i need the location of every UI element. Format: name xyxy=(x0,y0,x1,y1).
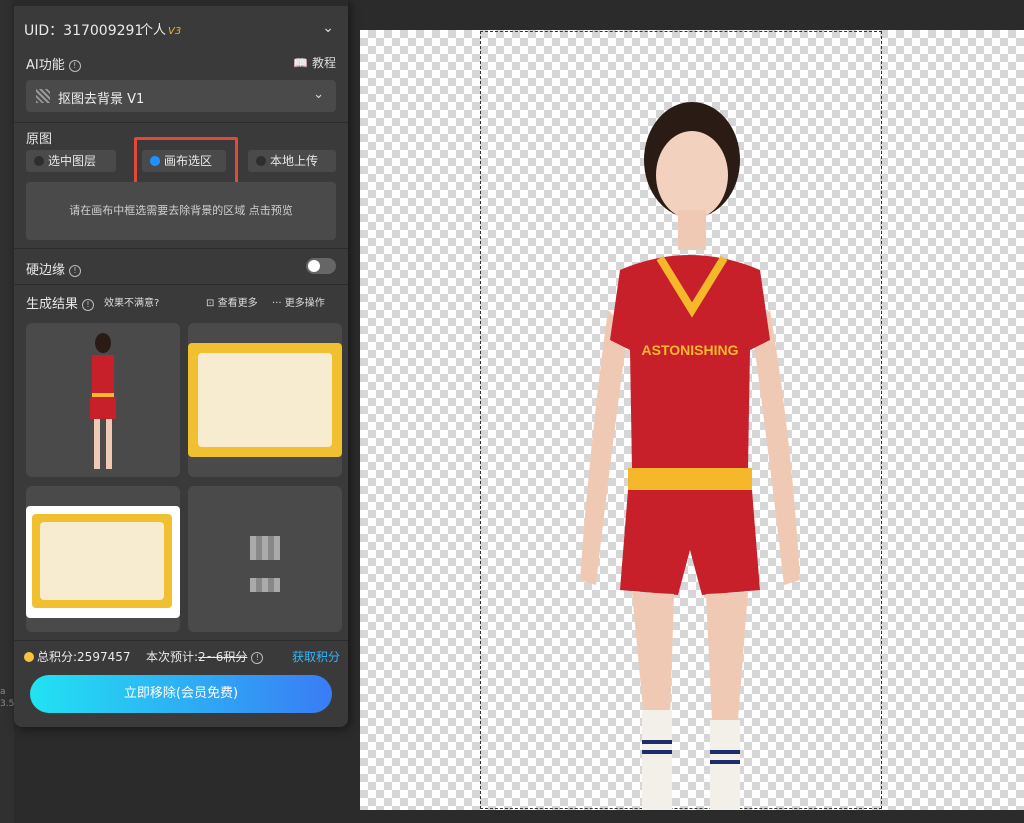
estimate-points: 本次预计:2~6积分! xyxy=(146,648,264,665)
radio-icon xyxy=(34,156,44,166)
tier-badge: V3 xyxy=(168,26,182,37)
source-label: 原图 xyxy=(26,132,53,147)
account-row: UID：317009291 个人 V3 ⌄ xyxy=(14,6,348,42)
ai-feature-value: 抠图去背景 V1 xyxy=(58,92,145,107)
total-points: 总积分:2597457 xyxy=(24,648,131,665)
divider xyxy=(14,284,348,285)
results-text: 生成结果 xyxy=(26,297,79,312)
ai-feature-select[interactable]: 抠图去背景 V1 ⌄ xyxy=(26,80,336,112)
remove-now-button[interactable]: 立即移除(会员免费) xyxy=(30,675,332,713)
result-thumbnail-2[interactable] xyxy=(188,323,342,477)
points-row: 总积分:2597457 本次预计:2~6积分! 获取积分 xyxy=(14,648,348,668)
feature-icon xyxy=(36,89,50,103)
coin-icon xyxy=(24,652,34,662)
ai-feature-label-text: AI功能 xyxy=(26,58,65,73)
result-thumbnail-loading[interactable] xyxy=(188,486,342,632)
toggle-knob xyxy=(308,260,320,272)
option-label: 选中图层 xyxy=(48,154,97,168)
certificate-inner xyxy=(198,353,332,447)
uid-label: UID：317009291 xyxy=(24,23,144,39)
option-label: 本地上传 xyxy=(270,154,319,168)
result-thumbnail-3[interactable] xyxy=(26,486,180,632)
result-thumbnail-1[interactable] xyxy=(26,323,180,477)
selection-hint[interactable]: 请在画布中框选需要去除背景的区域 点击预览 xyxy=(26,182,336,240)
tutorial-label: 教程 xyxy=(311,56,336,70)
placeholder-mosaic xyxy=(250,578,280,592)
left-tool-strip: a 3.5 xyxy=(0,0,14,823)
placeholder-mosaic xyxy=(250,536,280,560)
option-local-upload[interactable]: 本地上传 xyxy=(248,150,336,172)
svg-text:ASTONISHING: ASTONISHING xyxy=(642,342,739,358)
option-selected-layer[interactable]: 选中图层 xyxy=(26,150,116,172)
tutorial-link[interactable]: 📖 教程 xyxy=(293,54,336,71)
view-more-text: 查看更多 xyxy=(217,298,258,309)
info-icon[interactable]: ! xyxy=(251,651,264,664)
gallery-icon: ⊡ xyxy=(206,298,215,309)
ai-plugin-panel: UID：317009291 个人 V3 ⌄ AI功能! 📖 教程 抠图去背景 V1… xyxy=(14,0,348,727)
radio-icon xyxy=(256,156,266,166)
chevron-down-icon[interactable]: ⌄ xyxy=(322,20,334,36)
version-text: a 3.5 xyxy=(0,687,15,709)
estimate-value: 2~6积分 xyxy=(198,650,248,664)
divider xyxy=(14,122,348,123)
estimate-prefix: 本次预计: xyxy=(146,650,199,664)
total-points-text: 总积分:2597457 xyxy=(37,650,131,664)
get-points-link[interactable]: 获取积分 xyxy=(292,648,340,665)
divider xyxy=(14,248,348,249)
hard-edge-toggle[interactable] xyxy=(306,258,336,274)
certificate-inner xyxy=(40,522,164,600)
results-label: 生成结果! xyxy=(26,293,95,312)
divider xyxy=(14,640,348,641)
info-icon[interactable]: ! xyxy=(69,264,82,277)
account-tier[interactable]: 个人 V3 xyxy=(140,19,181,38)
info-icon: ! xyxy=(82,298,95,311)
figure-thumbnail-image xyxy=(90,333,116,469)
cutout-figure-image: ASTONISHING xyxy=(580,102,800,810)
ai-feature-label: AI功能! xyxy=(26,54,81,73)
chevron-down-icon: ⌄ xyxy=(313,87,324,102)
view-more-link[interactable]: ⊡ 查看更多 xyxy=(206,294,258,309)
hard-edge-label: 硬边缘! xyxy=(26,259,82,278)
unsatisfied-link[interactable]: 效果不满意? xyxy=(104,294,159,309)
canvas[interactable]: ASTONISHING xyxy=(360,30,1024,810)
tier-label: 个人 xyxy=(140,23,167,38)
book-icon: 📖 xyxy=(293,56,309,70)
hard-edge-text: 硬边缘 xyxy=(26,263,66,278)
more-operations-link[interactable]: ··· 更多操作 xyxy=(272,294,325,309)
info-icon[interactable]: ! xyxy=(68,59,81,72)
